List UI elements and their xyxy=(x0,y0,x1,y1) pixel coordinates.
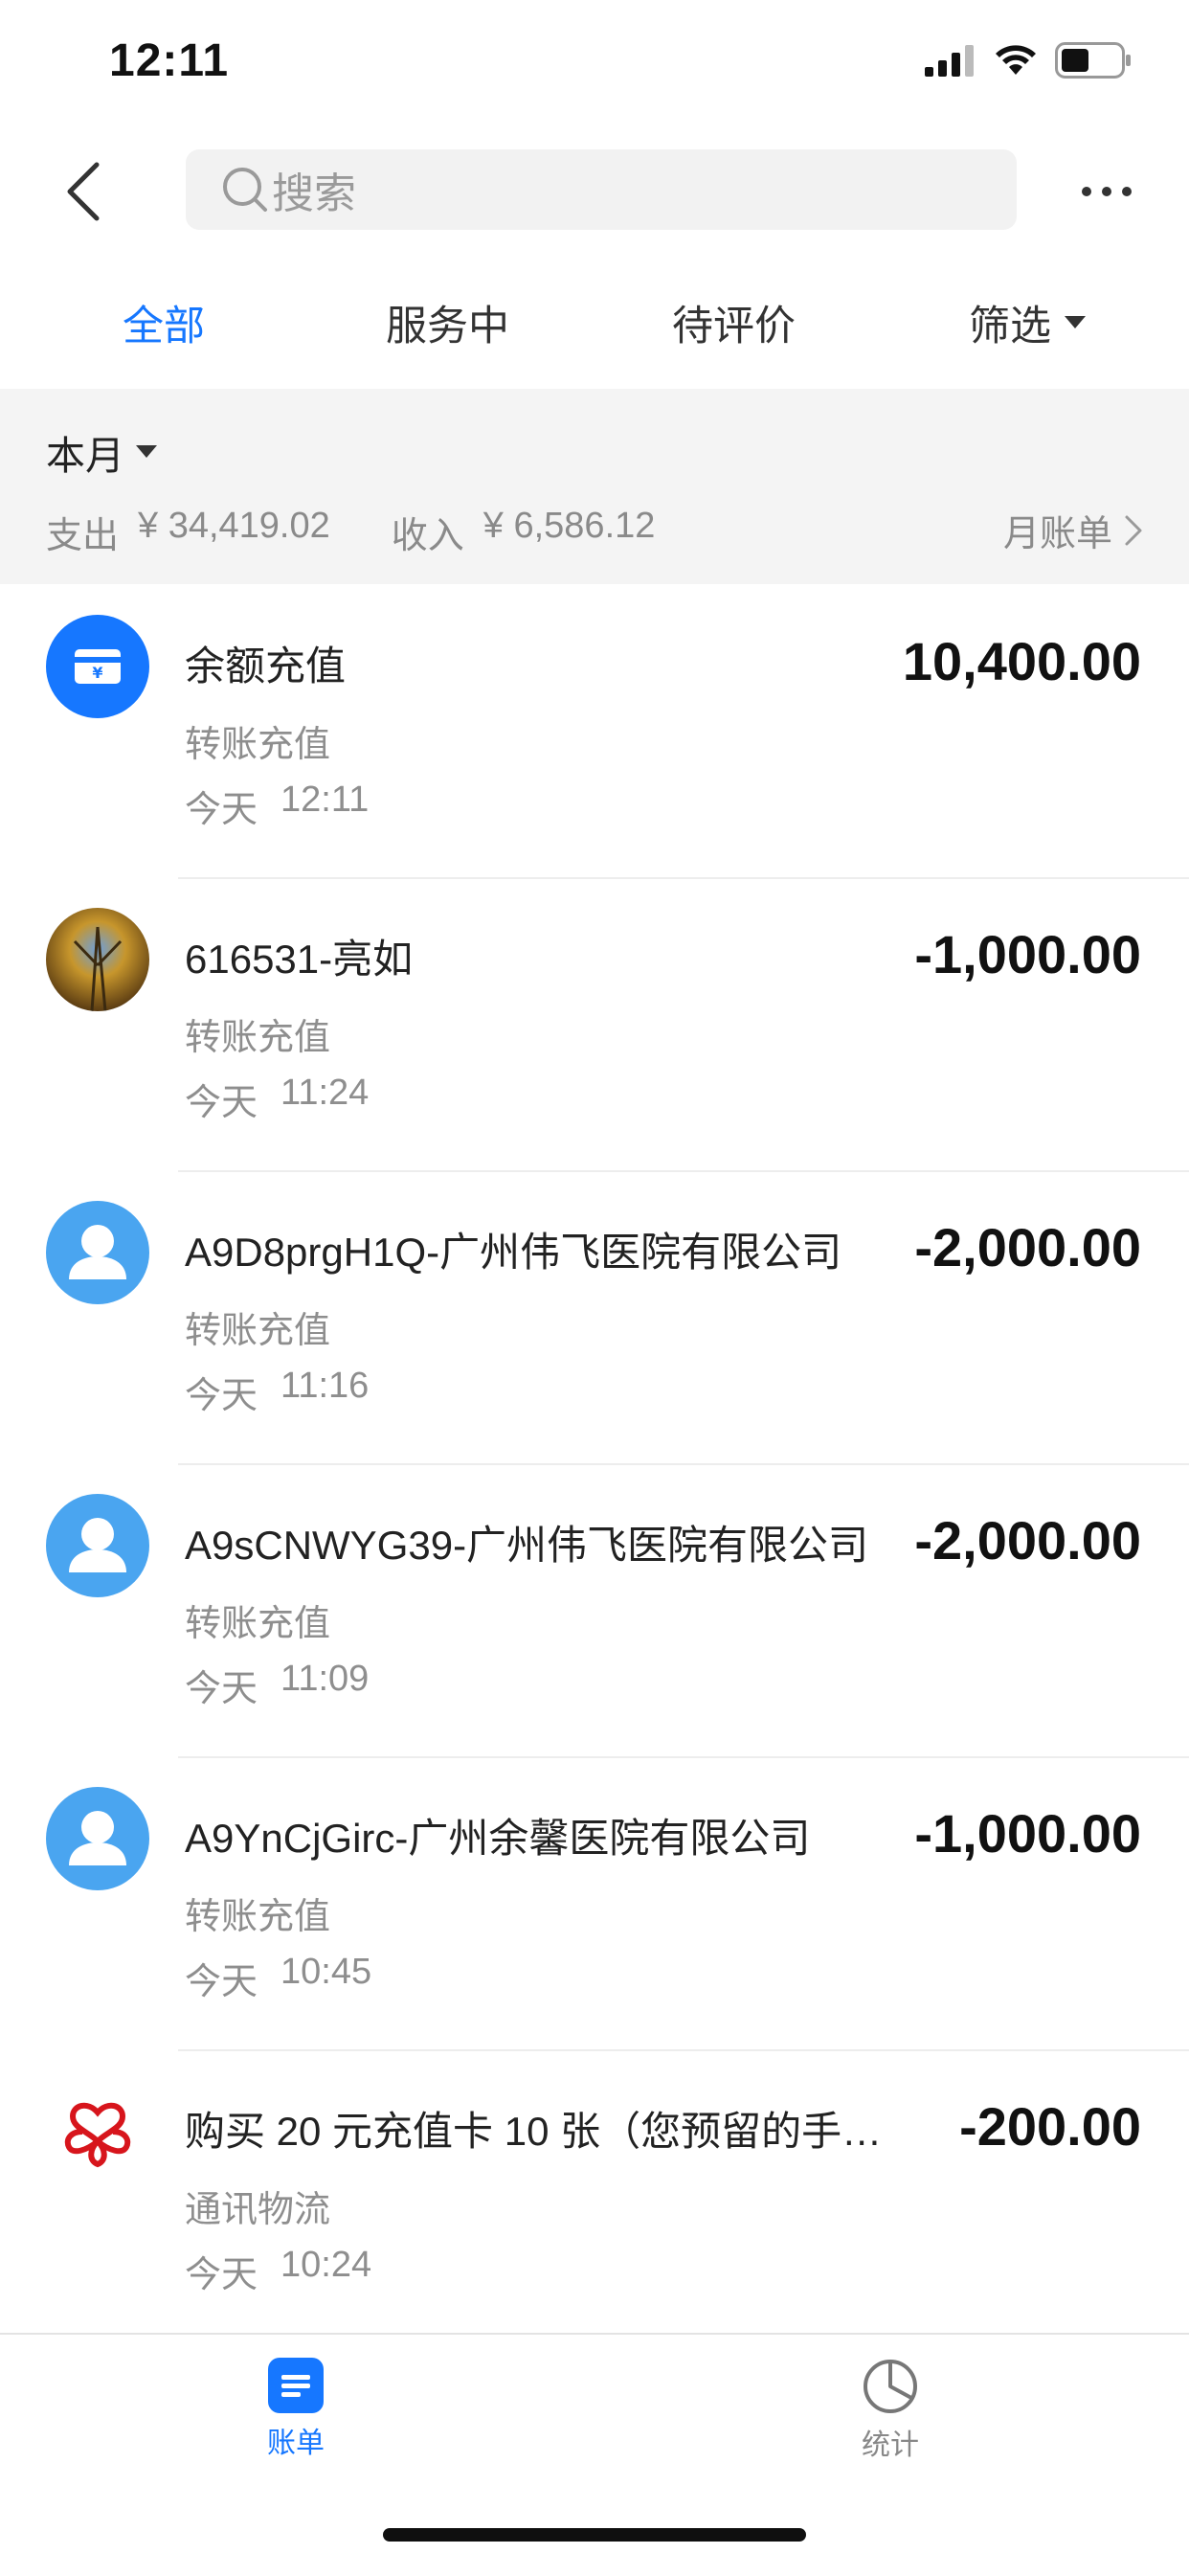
summary-stats: 支出 ¥ 34,419.02 收入 ¥ 6,586.12 xyxy=(46,506,655,558)
transaction-row[interactable]: 购买 20 元充值卡 10 张（您预留的手机号码） 通讯物流 今天 10:24 … xyxy=(0,2051,1189,2344)
transaction-title: A9D8prgH1Q-广州伟飞医院有限公司 xyxy=(185,1230,842,1275)
income-value: ¥ 6,586.12 xyxy=(482,506,656,546)
caret-down-icon xyxy=(136,445,157,458)
transaction-amount: -1,000.00 xyxy=(914,1803,1141,1864)
bill-list-icon xyxy=(268,2358,324,2413)
signal-icon xyxy=(925,44,976,81)
back-button[interactable] xyxy=(50,153,117,230)
transaction-day: 今天 xyxy=(185,1669,258,1709)
transaction-list: ¥ 余额充值 转账充值 今天 12:11 10,400.00 616531-亮如… xyxy=(0,586,1189,2344)
transaction-category: 通讯物流 xyxy=(185,2190,331,2230)
monthly-bill-link[interactable]: 月账单 xyxy=(1003,504,1143,556)
transaction-category: 转账充值 xyxy=(185,725,331,765)
transaction-title: A9sCNWYG39-广州伟飞医院有限公司 xyxy=(185,1523,869,1568)
user-photo-avatar xyxy=(46,908,149,1011)
transaction-day: 今天 xyxy=(185,1083,258,1123)
expense-value: ¥ 34,419.02 xyxy=(138,506,330,546)
month-selector[interactable]: 本月 xyxy=(46,423,157,481)
svg-text:¥: ¥ xyxy=(92,664,102,682)
transaction-datetime: 今天 11:24 xyxy=(185,1073,369,1125)
transaction-datetime: 今天 11:09 xyxy=(185,1659,369,1711)
transaction-category: 转账充值 xyxy=(185,1897,331,1937)
tab-to-review[interactable]: 待评价 xyxy=(672,293,796,352)
tab-filter[interactable]: 筛选 xyxy=(969,293,1086,352)
transaction-category: 转账充值 xyxy=(185,1604,331,1644)
transaction-row[interactable]: A9YnCjGirc-广州余馨医院有限公司 转账充值 今天 10:45 -1,0… xyxy=(0,1758,1189,2051)
transaction-day: 今天 xyxy=(185,1376,258,1416)
transaction-datetime: 今天 10:24 xyxy=(185,2245,371,2297)
default-user-icon xyxy=(46,1201,149,1304)
tabbar-label-bills: 账单 xyxy=(267,2428,325,2459)
tabbar-item-bills[interactable]: 账单 xyxy=(210,2358,382,2461)
transaction-amount: 10,400.00 xyxy=(902,631,1141,691)
more-dots-icon xyxy=(1082,187,1132,196)
china-unicom-logo xyxy=(46,2080,149,2183)
transaction-time: 12:11 xyxy=(280,780,370,820)
transaction-row[interactable]: A9sCNWYG39-广州伟飞医院有限公司 转账充值 今天 11:09 -2,0… xyxy=(0,1465,1189,1758)
nav-bar: 搜索 xyxy=(0,129,1189,254)
filter-tabs: 全部 服务中 待评价 筛选 xyxy=(0,268,1189,373)
transaction-time: 10:24 xyxy=(280,2245,372,2285)
chevron-right-icon xyxy=(1125,515,1142,545)
wallet-recharge-icon: ¥ xyxy=(46,615,149,718)
status-bar: 12:11 xyxy=(0,0,1189,129)
transaction-datetime: 今天 11:16 xyxy=(185,1366,369,1418)
tab-all[interactable]: 全部 xyxy=(123,293,205,352)
transaction-row[interactable]: A9D8prgH1Q-广州伟飞医院有限公司 转账充值 今天 11:16 -2,0… xyxy=(0,1172,1189,1465)
transaction-title: 购买 20 元充值卡 10 张（您预留的手机号码） xyxy=(185,2109,912,2154)
search-icon xyxy=(220,165,270,215)
transaction-title: A9YnCjGirc-广州余馨医院有限公司 xyxy=(185,1816,811,1861)
month-label: 本月 xyxy=(46,434,124,478)
transaction-datetime: 今天 10:45 xyxy=(185,1952,371,2004)
tabbar-item-statistics[interactable]: 统计 xyxy=(804,2358,976,2463)
transaction-amount: -2,000.00 xyxy=(914,1217,1141,1277)
home-indicator xyxy=(383,2528,806,2542)
transaction-category: 转账充值 xyxy=(185,1018,331,1058)
income-label: 收入 xyxy=(391,516,464,556)
transaction-day: 今天 xyxy=(185,1962,258,2002)
search-input[interactable]: 搜索 xyxy=(186,149,1017,230)
transaction-amount: -1,000.00 xyxy=(914,924,1141,984)
transaction-title: 616531-亮如 xyxy=(185,937,414,982)
transaction-day: 今天 xyxy=(185,2255,258,2295)
transaction-time: 11:09 xyxy=(280,1659,370,1699)
tabbar-label-statistics: 统计 xyxy=(862,2429,919,2461)
monthly-bill-label: 月账单 xyxy=(1002,514,1112,554)
battery-icon xyxy=(1055,42,1132,83)
search-placeholder: 搜索 xyxy=(272,170,356,217)
more-button[interactable] xyxy=(1078,168,1135,215)
expense-label: 支出 xyxy=(46,516,120,556)
default-user-icon xyxy=(46,1787,149,1890)
pie-chart-icon xyxy=(864,2360,917,2413)
month-summary: 本月 支出 ¥ 34,419.02 收入 ¥ 6,586.12 月账单 xyxy=(0,389,1189,584)
transaction-datetime: 今天 12:11 xyxy=(185,780,369,832)
transaction-row[interactable]: 616531-亮如 转账充值 今天 11:24 -1,000.00 xyxy=(0,879,1189,1172)
tab-in-service[interactable]: 服务中 xyxy=(386,293,509,352)
tab-filter-label: 筛选 xyxy=(969,304,1051,350)
transaction-title: 余额充值 xyxy=(185,644,347,689)
status-icons xyxy=(925,42,1132,83)
default-user-icon xyxy=(46,1494,149,1597)
chevron-left-icon xyxy=(67,162,100,221)
caret-down-icon xyxy=(1065,316,1086,328)
transaction-time: 11:24 xyxy=(280,1073,370,1113)
transaction-row[interactable]: ¥ 余额充值 转账充值 今天 12:11 10,400.00 xyxy=(0,586,1189,879)
transaction-day: 今天 xyxy=(185,790,258,830)
status-time: 12:11 xyxy=(109,35,230,86)
wifi-icon xyxy=(994,44,1038,81)
transaction-amount: -2,000.00 xyxy=(914,1510,1141,1570)
transaction-time: 11:16 xyxy=(280,1366,370,1406)
transaction-category: 转账充值 xyxy=(185,1311,331,1351)
transaction-amount: -200.00 xyxy=(959,2096,1141,2157)
transaction-time: 10:45 xyxy=(280,1952,372,1992)
